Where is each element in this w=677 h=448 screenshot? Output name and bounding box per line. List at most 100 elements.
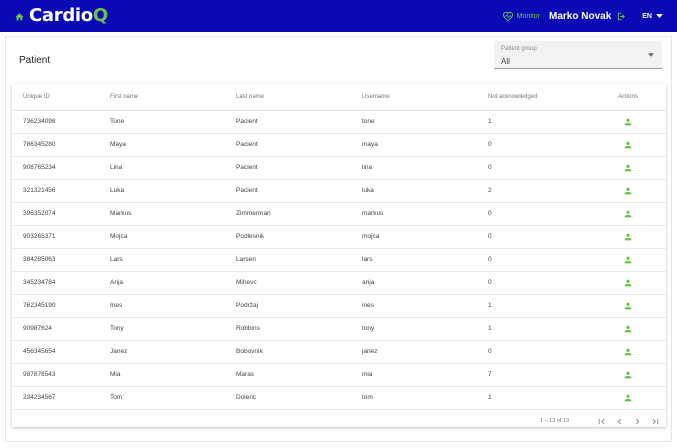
cell-last-name: Pacient bbox=[236, 110, 362, 134]
language-selector[interactable]: EN bbox=[642, 13, 663, 20]
table-row[interactable]: 345234784 Anja Mihevc anja 0 bbox=[12, 271, 666, 295]
cell-last-name: Podržaj bbox=[236, 294, 362, 318]
table-row[interactable]: 234234567 Tom Dolenc tom 1 bbox=[12, 386, 666, 410]
cell-unique-id: 908765234 bbox=[12, 156, 110, 180]
patient-table: Unique ID First name Last name Username … bbox=[12, 84, 666, 410]
table-body: 736234098 Tone Pacient tone 1 786345280 Maya Pa… bbox=[12, 110, 666, 410]
cell-unique-id: 456345654 bbox=[12, 340, 110, 364]
monitor-link[interactable]: Monitor bbox=[502, 11, 540, 22]
cell-last-name: Dolenc bbox=[236, 386, 362, 410]
cell-actions bbox=[590, 179, 666, 203]
table-row[interactable]: 786345280 Maya Pacient maya 0 bbox=[12, 133, 666, 157]
cell-unique-id: 903265371 bbox=[12, 225, 110, 249]
column-header-first-name[interactable]: First name bbox=[110, 84, 236, 111]
person-icon[interactable] bbox=[623, 278, 633, 288]
cell-unique-id: 762345190 bbox=[12, 294, 110, 318]
person-icon[interactable] bbox=[623, 324, 633, 334]
cell-first-name: Tone bbox=[110, 110, 236, 134]
cell-first-name: Lars bbox=[110, 248, 236, 272]
cell-last-name: Zimmerman bbox=[236, 202, 362, 226]
person-icon[interactable] bbox=[623, 393, 633, 403]
cell-last-name: Maras bbox=[236, 363, 362, 387]
previous-page-button[interactable] bbox=[613, 415, 625, 427]
cell-not-acknowledged: 1 bbox=[488, 317, 590, 341]
last-page-button[interactable] bbox=[649, 415, 661, 427]
cell-username: tone bbox=[362, 110, 488, 134]
table-row[interactable]: 396352074 Markus Zimmerman markus 0 bbox=[12, 202, 666, 226]
cell-actions bbox=[590, 133, 666, 157]
chevron-down-icon bbox=[656, 14, 663, 18]
cell-username: anja bbox=[362, 271, 488, 295]
table-header-row: Unique ID First name Last name Username … bbox=[12, 84, 666, 111]
page-header: Patient Patient group All bbox=[6, 37, 671, 81]
person-icon[interactable] bbox=[623, 209, 633, 219]
cell-unique-id: 987876543 bbox=[12, 363, 110, 387]
cell-unique-id: 90987624 bbox=[12, 317, 110, 341]
cell-actions bbox=[590, 294, 666, 318]
person-icon[interactable] bbox=[623, 232, 633, 242]
table-row[interactable]: 903265371 Mojca Podlesnik mojca 0 bbox=[12, 225, 666, 249]
column-header-not-acknowledged[interactable]: Not acknowledged bbox=[488, 84, 590, 111]
cell-not-acknowledged: 1 bbox=[488, 294, 590, 318]
column-header-last-name[interactable]: Last name bbox=[236, 84, 362, 111]
cell-first-name: Janez bbox=[110, 340, 236, 364]
table-row[interactable]: 384285063 Lars Larsen lars 0 bbox=[12, 248, 666, 272]
cell-first-name: Ines bbox=[110, 294, 236, 318]
person-icon[interactable] bbox=[623, 301, 633, 311]
table-row[interactable]: 908765234 Lina Pacient lina 0 bbox=[12, 156, 666, 180]
table-row[interactable]: 987876543 Mia Maras mia 7 bbox=[12, 363, 666, 387]
brand-logo-text: CardioQ bbox=[29, 5, 108, 26]
cell-unique-id: 786345280 bbox=[12, 133, 110, 157]
person-icon[interactable] bbox=[623, 163, 633, 173]
first-page-button[interactable] bbox=[595, 415, 607, 427]
table-row[interactable]: 321321456 Luka Pacient luka 2 bbox=[12, 179, 666, 203]
cell-last-name: Larsen bbox=[236, 248, 362, 272]
person-icon[interactable] bbox=[623, 255, 633, 265]
cell-last-name: Bobovnik bbox=[236, 340, 362, 364]
page-title: Patient bbox=[19, 55, 51, 66]
cell-username: janez bbox=[362, 340, 488, 364]
cell-unique-id: 736234098 bbox=[12, 110, 110, 134]
cell-actions bbox=[590, 225, 666, 249]
table-row[interactable]: 736234098 Tone Pacient tone 1 bbox=[12, 110, 666, 134]
cell-last-name: Podlesnik bbox=[236, 225, 362, 249]
cell-actions bbox=[590, 156, 666, 180]
cell-not-acknowledged: 0 bbox=[488, 133, 590, 157]
cell-actions bbox=[590, 340, 666, 364]
cell-first-name: Mojca bbox=[110, 225, 236, 249]
cell-last-name: Pacient bbox=[236, 179, 362, 203]
first-page-icon bbox=[598, 418, 604, 424]
cell-first-name: Tony bbox=[110, 317, 236, 341]
patient-group-select[interactable]: Patient group All bbox=[494, 41, 662, 69]
cell-not-acknowledged: 0 bbox=[488, 340, 590, 364]
cell-username: luka bbox=[362, 179, 488, 203]
table-row[interactable]: 762345190 Ines Podržaj ines 1 bbox=[12, 294, 666, 318]
cell-actions bbox=[590, 317, 666, 341]
cell-not-acknowledged: 0 bbox=[488, 202, 590, 226]
heart-monitor-icon bbox=[502, 11, 513, 21]
column-header-username[interactable]: Username bbox=[362, 84, 488, 111]
person-icon[interactable] bbox=[623, 140, 633, 150]
main-content: Patient Patient group All Unique ID Firs… bbox=[5, 36, 672, 442]
language-label: EN bbox=[642, 12, 652, 20]
cell-first-name: Maya bbox=[110, 133, 236, 157]
table-row[interactable]: 456345654 Janez Bobovnik janez 0 bbox=[12, 340, 666, 364]
cell-username: tony bbox=[362, 317, 488, 341]
cell-last-name: Pacient bbox=[236, 156, 362, 180]
brand[interactable]: CardioQ bbox=[14, 5, 108, 26]
patient-group-label: Patient group bbox=[501, 46, 537, 52]
next-page-button[interactable] bbox=[631, 415, 643, 427]
cell-username: mojca bbox=[362, 225, 488, 249]
person-icon[interactable] bbox=[623, 117, 633, 127]
table-row[interactable]: 90987624 Tony Robbins tony 1 bbox=[12, 317, 666, 341]
cell-unique-id: 321321456 bbox=[12, 179, 110, 203]
column-header-unique-id[interactable]: Unique ID bbox=[12, 84, 110, 111]
logout-icon[interactable] bbox=[616, 11, 627, 22]
person-icon[interactable] bbox=[623, 370, 633, 380]
person-icon[interactable] bbox=[623, 347, 633, 357]
monitor-label: Monitor bbox=[516, 12, 541, 20]
cell-username: maya bbox=[362, 133, 488, 157]
paginator-range: 1 – 13 of 13 bbox=[540, 418, 570, 424]
person-icon[interactable] bbox=[623, 186, 633, 196]
cell-not-acknowledged: 0 bbox=[488, 248, 590, 272]
